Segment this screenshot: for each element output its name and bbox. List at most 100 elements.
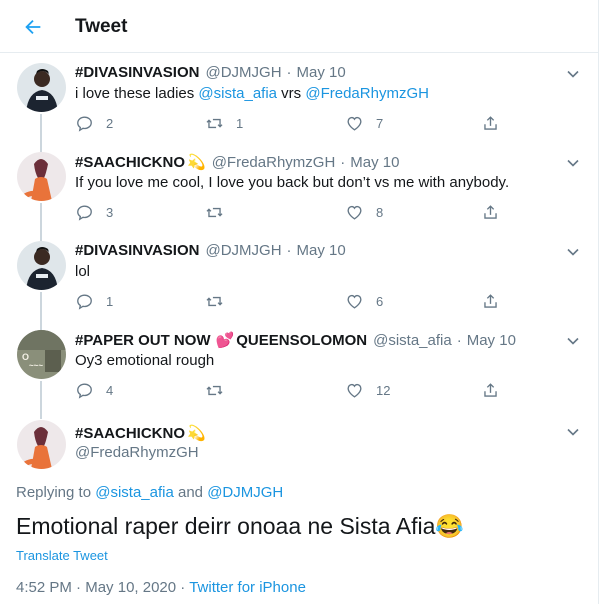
tweet-header: #SAACHICKNO 💫 @FredaRhymzGH · May 10 — [75, 153, 400, 172]
separator: · — [286, 242, 292, 259]
tweet-header: #DIVASINVASION @DJMJGH · May 10 — [75, 64, 346, 81]
share-button[interactable] — [481, 203, 500, 222]
share-icon — [484, 116, 497, 130]
tweet-actions: 2 1 7 — [75, 114, 515, 134]
reply-tweet[interactable]: #DIVASINVASION @DJMJGH · May 10 i love t… — [0, 54, 599, 143]
thread-line — [40, 381, 42, 410]
like-button[interactable]: 12 — [345, 381, 390, 400]
chevron-down-icon[interactable] — [565, 155, 581, 171]
main-tweet: #SAACHICKNO 💫 @FredaRhymzGH — [0, 410, 599, 604]
like-button[interactable]: 6 — [345, 292, 383, 311]
page-title: Tweet — [75, 16, 128, 37]
chevron-down-icon[interactable] — [565, 66, 581, 82]
like-count: 8 — [376, 205, 384, 220]
translate-tweet-link[interactable]: Translate Tweet — [16, 548, 108, 563]
reply-tweet[interactable]: #SAACHICKNO 💫 @FredaRhymzGH · May 10 If … — [0, 143, 599, 232]
tweet-date[interactable]: May 10 — [467, 332, 516, 349]
mention-link[interactable]: @sista_afia — [95, 484, 174, 501]
share-button[interactable] — [481, 381, 500, 400]
avatar[interactable] — [17, 63, 66, 112]
display-name-part[interactable]: QUEENSOLOMON — [236, 332, 367, 349]
back-arrow-icon[interactable] — [18, 12, 48, 42]
like-count: 7 — [376, 116, 384, 131]
reply-count: 1 — [106, 294, 114, 309]
reply-icon — [77, 205, 92, 221]
username-row: @FredaRhymzGH — [75, 444, 199, 461]
main-tweet-text: Emotional raper deirr onoaa ne Sista Afi… — [16, 511, 464, 541]
username[interactable]: @sista_afia — [373, 332, 452, 349]
dizzy-emoji: 💫 — [187, 425, 206, 442]
tweet-date[interactable]: May 10 — [350, 154, 399, 171]
retweet-icon — [206, 296, 223, 307]
tweet-detail-panel: Tweet #DIVASINVASION @DJMJGH · May 10 i … — [0, 0, 599, 604]
share-icon — [484, 205, 497, 219]
share-button[interactable] — [481, 292, 500, 311]
thread-line — [40, 232, 42, 241]
retweet-icon — [206, 207, 223, 218]
like-count: 12 — [376, 383, 391, 398]
display-name[interactable]: #DIVASINVASION — [75, 64, 199, 81]
reply-button[interactable]: 4 — [75, 381, 113, 400]
display-name[interactable]: #SAACHICKNO — [75, 154, 185, 171]
thread-line — [40, 292, 42, 321]
like-button[interactable]: 8 — [345, 203, 383, 222]
chevron-down-icon[interactable] — [565, 424, 581, 440]
retweet-button[interactable] — [205, 381, 236, 400]
username[interactable]: @DJMJGH — [205, 64, 281, 81]
heart-icon — [347, 205, 362, 220]
replying-and: and — [173, 484, 208, 501]
retweet-button[interactable] — [205, 292, 236, 311]
reply-tweet[interactable]: #DIVASINVASION @DJMJGH · May 10 lol 1 6 — [0, 232, 599, 321]
tweet-date[interactable]: May 10 — [297, 242, 346, 259]
avatar[interactable] — [17, 241, 66, 290]
heart-icon — [347, 383, 362, 398]
heart-icon — [347, 116, 362, 131]
username[interactable]: @DJMJGH — [205, 242, 281, 259]
like-button[interactable]: 7 — [345, 114, 383, 133]
mention-link[interactable]: @DJMJGH — [207, 484, 283, 501]
tweet-header: #DIVASINVASION @DJMJGH · May 10 — [75, 242, 346, 259]
chevron-down-icon[interactable] — [565, 333, 581, 349]
username[interactable]: @FredaRhymzGH — [75, 444, 199, 461]
reply-count: 2 — [106, 116, 114, 131]
svg-text:~~~: ~~~ — [29, 361, 43, 370]
tweet-text: If you love me cool, I love you back but… — [75, 174, 510, 191]
display-name[interactable]: #SAACHICKNO — [75, 425, 185, 442]
tweet-source-link[interactable]: Twitter for iPhone — [189, 579, 306, 596]
tweet-text: lol — [75, 263, 91, 280]
share-icon — [484, 383, 497, 397]
reply-count: 3 — [106, 205, 114, 220]
tweet-actions: 4 12 — [75, 381, 515, 401]
reply-tweet[interactable]: O ~~~ #PAPER OUT NOW 💕 QUEENSOLOMON @sis… — [0, 321, 599, 410]
tweet-full-date[interactable]: May 10, 2020 — [85, 579, 176, 596]
tweet-text: i love these ladies @sista_afia vrs @Fre… — [75, 84, 429, 104]
thread-line — [40, 114, 42, 143]
share-button[interactable] — [481, 114, 500, 133]
separator: · — [286, 64, 292, 81]
separator: · — [456, 331, 462, 349]
avatar[interactable] — [17, 420, 66, 469]
tweet-time[interactable]: 4:52 PM — [16, 579, 72, 596]
replying-to: Replying to @sista_afia and @DJMJGH — [16, 484, 283, 501]
mention-link[interactable]: @sista_afia — [198, 85, 277, 102]
reply-count: 4 — [106, 383, 114, 398]
tweet-meta: 4:52 PM · May 10, 2020 · Twitter for iPh… — [16, 579, 306, 596]
tweet-date[interactable]: May 10 — [297, 64, 346, 81]
display-name[interactable]: #PAPER OUT NOW — [75, 332, 211, 349]
header: Tweet — [0, 0, 599, 53]
reply-button[interactable]: 1 — [75, 292, 113, 311]
avatar[interactable] — [17, 152, 66, 201]
reply-button[interactable]: 3 — [75, 203, 113, 222]
username[interactable]: @FredaRhymzGH — [212, 154, 336, 171]
share-icon — [484, 294, 497, 308]
avatar[interactable]: O ~~~ — [17, 330, 66, 379]
mention-link[interactable]: @FredaRhymzGH — [305, 85, 429, 102]
main-tweet-text-body: Emotional raper deirr onoaa ne Sista Afi… — [16, 513, 436, 539]
tweet-actions: 3 8 — [75, 203, 515, 223]
chevron-down-icon[interactable] — [565, 244, 581, 260]
retweet-button[interactable] — [205, 203, 236, 222]
like-count: 6 — [376, 294, 384, 309]
display-name[interactable]: #DIVASINVASION — [75, 242, 199, 259]
retweet-button[interactable]: 1 — [205, 114, 243, 133]
reply-button[interactable]: 2 — [75, 114, 113, 133]
